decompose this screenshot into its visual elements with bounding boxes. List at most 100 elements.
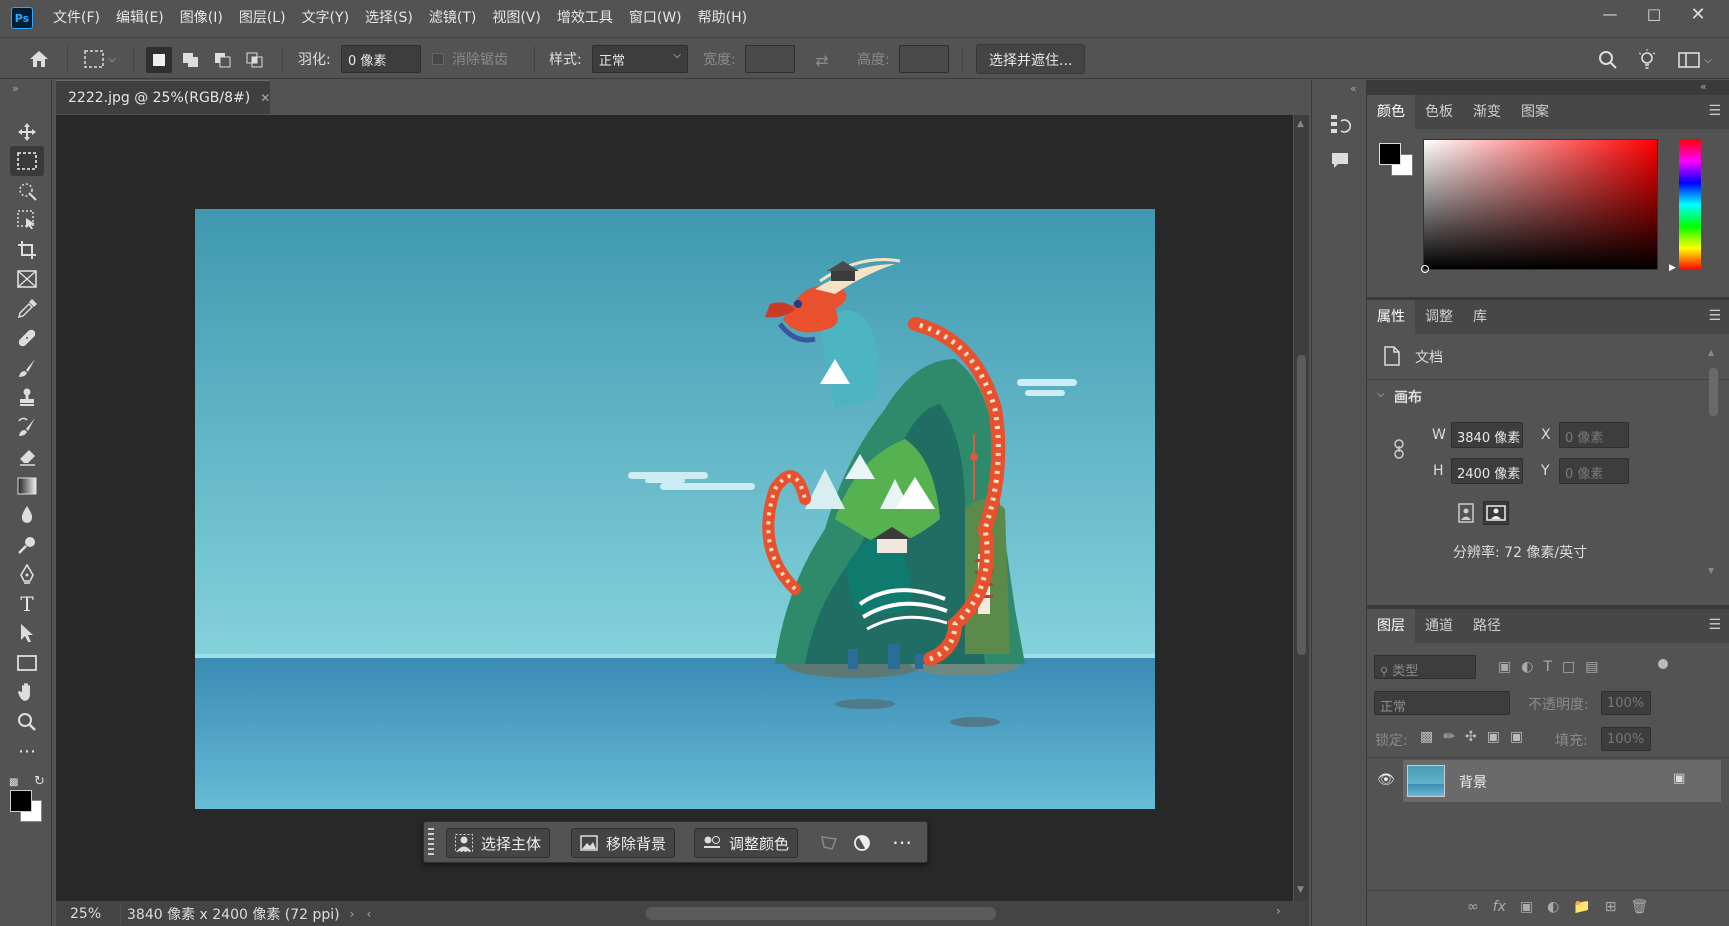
comments-panel-button[interactable] bbox=[1326, 146, 1354, 174]
menu-view[interactable]: 视图(V) bbox=[484, 0, 549, 36]
panel-menu-icon[interactable]: ☰ bbox=[1708, 617, 1721, 633]
scroll-down-icon[interactable]: ▼ bbox=[1297, 885, 1304, 895]
lock-all-icon[interactable]: ▣ bbox=[1510, 729, 1523, 745]
document-size-info[interactable]: 3840 像素 x 2400 像素 (72 ppi) bbox=[120, 903, 340, 924]
scroll-up-icon[interactable]: ▲ bbox=[1708, 348, 1714, 357]
subtract-selection-button[interactable] bbox=[210, 47, 236, 73]
swap-dimensions-button[interactable]: ⇄ bbox=[809, 49, 835, 71]
shape-filter-icon[interactable]: □ bbox=[1562, 659, 1575, 675]
collapse-strip-icon[interactable]: « bbox=[1350, 82, 1357, 95]
menu-filter[interactable]: 滤镜(T) bbox=[421, 0, 484, 36]
gradient-tool[interactable] bbox=[10, 471, 44, 501]
landscape-orientation-button[interactable] bbox=[1483, 501, 1509, 525]
canvas-y-input[interactable]: 0 像素 bbox=[1559, 458, 1629, 484]
scroll-up-icon[interactable]: ▲ bbox=[1297, 119, 1304, 129]
panel-foreground-swatch[interactable] bbox=[1379, 143, 1401, 165]
eyedropper-tool[interactable] bbox=[10, 294, 44, 324]
new-selection-button[interactable] bbox=[146, 47, 172, 73]
filter-toggle[interactable] bbox=[1658, 659, 1668, 669]
delete-layer-icon[interactable]: 🗑 bbox=[1631, 899, 1649, 915]
tab-color[interactable]: 颜色 bbox=[1367, 95, 1415, 129]
style-select[interactable]: 正常 ⌵ bbox=[592, 45, 688, 73]
crop-tool[interactable] bbox=[10, 235, 44, 265]
canvas-section-title[interactable]: 画布 bbox=[1394, 387, 1422, 407]
layer-lock-icon[interactable]: ▣ bbox=[1673, 771, 1685, 786]
layer-filter-select[interactable]: ⚲ 类型 bbox=[1374, 655, 1476, 679]
tab-patterns[interactable]: 图案 bbox=[1511, 95, 1559, 129]
clone-stamp-tool[interactable] bbox=[10, 382, 44, 412]
eraser-tool[interactable] bbox=[10, 441, 44, 471]
menu-window[interactable]: 窗口(W) bbox=[621, 0, 690, 36]
new-adjustment-icon[interactable]: ◐ bbox=[1547, 899, 1559, 915]
lock-artboard-icon[interactable]: ▣ bbox=[1487, 729, 1500, 745]
menu-file[interactable]: 文件(F) bbox=[45, 0, 108, 36]
tab-libraries[interactable]: 库 bbox=[1463, 300, 1497, 334]
workspace-switcher[interactable]: ⌵ bbox=[1672, 47, 1718, 73]
horizontal-scroll-thumb[interactable] bbox=[646, 907, 996, 920]
more-tools-button[interactable]: ⋯ bbox=[10, 736, 44, 766]
intersect-selection-button[interactable] bbox=[242, 47, 268, 73]
vertical-scrollbar[interactable]: ▲ ▼ bbox=[1294, 115, 1309, 901]
default-colors-icon[interactable]: ▩ bbox=[9, 777, 18, 788]
chevron-down-icon[interactable]: ⌵ bbox=[1377, 389, 1385, 400]
move-tool[interactable] bbox=[10, 117, 44, 147]
opacity-input[interactable]: 100% bbox=[1601, 691, 1651, 715]
menu-help[interactable]: 帮助(H) bbox=[690, 0, 755, 36]
close-button[interactable]: ✕ bbox=[1676, 0, 1720, 28]
object-selection-tool[interactable] bbox=[10, 176, 44, 206]
document-canvas-image[interactable] bbox=[195, 209, 1155, 809]
height-input[interactable] bbox=[899, 45, 949, 73]
properties-scroll-thumb[interactable] bbox=[1709, 368, 1718, 416]
type-tool[interactable]: T bbox=[10, 589, 44, 619]
blend-mode-select[interactable]: 正常 bbox=[1374, 691, 1510, 715]
history-panel-button[interactable] bbox=[1326, 110, 1354, 138]
pen-tool[interactable] bbox=[10, 559, 44, 589]
panel-menu-icon[interactable]: ☰ bbox=[1708, 103, 1721, 119]
menu-image[interactable]: 图像(I) bbox=[172, 0, 231, 36]
zoom-level[interactable]: 25% bbox=[56, 906, 116, 922]
dodge-tool[interactable] bbox=[10, 530, 44, 560]
menu-edit[interactable]: 编辑(E) bbox=[108, 0, 172, 36]
layer-row-background[interactable]: 背景 ▣ bbox=[1403, 760, 1721, 802]
search-button[interactable] bbox=[1594, 47, 1622, 73]
link-dimensions-button[interactable] bbox=[1389, 437, 1409, 461]
fx-icon[interactable]: fx bbox=[1493, 899, 1506, 915]
canvas-width-input[interactable]: 3840 像素 bbox=[1451, 422, 1523, 448]
pixel-filter-icon[interactable]: ▣ bbox=[1498, 659, 1511, 675]
healing-brush-tool[interactable] bbox=[10, 323, 44, 353]
width-input[interactable] bbox=[745, 45, 795, 73]
hand-tool[interactable] bbox=[10, 677, 44, 707]
menu-select[interactable]: 选择(S) bbox=[357, 0, 421, 36]
transform-button[interactable] bbox=[817, 832, 841, 854]
marquee-preset-picker[interactable]: ⌵ bbox=[78, 46, 122, 72]
more-options-button[interactable]: ⋯ bbox=[887, 830, 917, 854]
portrait-orientation-button[interactable] bbox=[1455, 501, 1477, 525]
collapse-toolbar-icon[interactable]: » bbox=[12, 82, 19, 95]
path-selection-tool[interactable] bbox=[10, 618, 44, 648]
antialias-checkbox[interactable] bbox=[432, 53, 444, 65]
remove-background-button[interactable]: 移除背景 bbox=[571, 828, 676, 858]
tab-gradients[interactable]: 渐变 bbox=[1463, 95, 1511, 129]
select-and-mask-button[interactable]: 选择并遮住... bbox=[976, 44, 1086, 74]
scroll-down-icon[interactable]: ▼ bbox=[1708, 566, 1714, 575]
color-saturation-field[interactable] bbox=[1423, 139, 1658, 270]
canvas-height-input[interactable]: 2400 像素 bbox=[1451, 458, 1523, 484]
lock-position-icon[interactable]: ✣ bbox=[1465, 729, 1477, 745]
tab-channels[interactable]: 通道 bbox=[1415, 609, 1463, 643]
add-selection-button[interactable] bbox=[178, 47, 204, 73]
frame-tool[interactable] bbox=[10, 264, 44, 294]
color-picker-marker[interactable] bbox=[1421, 265, 1429, 273]
lock-pixels-icon[interactable]: ✏ bbox=[1443, 729, 1455, 745]
history-brush-tool[interactable] bbox=[10, 412, 44, 442]
blur-tool[interactable] bbox=[10, 500, 44, 530]
home-button[interactable] bbox=[24, 45, 54, 73]
new-layer-icon[interactable]: ⊞ bbox=[1605, 899, 1617, 915]
foreground-color-swatch[interactable] bbox=[10, 790, 32, 812]
add-mask-icon[interactable]: ▣ bbox=[1520, 899, 1533, 915]
scroll-right-icon[interactable]: › bbox=[1276, 904, 1281, 918]
layer-visibility-eye-icon[interactable]: 👁 bbox=[1377, 772, 1395, 788]
document-tab[interactable]: 2222.jpg @ 25%(RGB/8#) ✕ bbox=[56, 80, 270, 114]
tab-layers[interactable]: 图层 bbox=[1367, 609, 1415, 643]
vertical-scroll-thumb[interactable] bbox=[1297, 355, 1306, 655]
minimize-button[interactable]: — bbox=[1588, 0, 1632, 28]
